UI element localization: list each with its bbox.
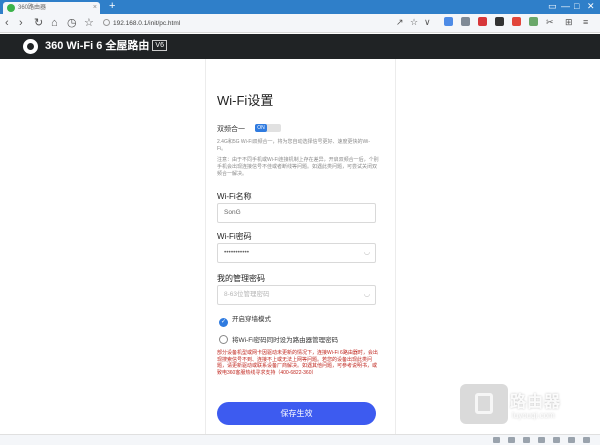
wifi-password-value: ••••••••••• <box>224 249 250 256</box>
dual-band-description: 2.4G和5G Wi-Fi双频合一，将为您自动选择信号更好、速度更快的Wi-Fi… <box>217 139 371 152</box>
eye-icon[interactable]: ◡ <box>364 244 370 262</box>
menu-icon[interactable]: ≡ <box>583 17 588 28</box>
browser-tab-strip: 360路由器 × + ▭ — □ ✕ <box>0 0 600 14</box>
site-info-icon[interactable] <box>103 19 110 26</box>
window-menu-icon[interactable]: ▭ <box>548 1 557 12</box>
watermark-logo-icon <box>460 384 508 424</box>
share-icon[interactable]: ↗ <box>396 17 404 28</box>
checkbox-checked-icon[interactable]: ✓ <box>219 318 228 327</box>
bookmark-star-icon[interactable]: ☆ <box>84 16 94 30</box>
block-icon[interactable] <box>478 17 487 26</box>
maximize-icon[interactable]: □ <box>574 1 579 12</box>
admin-password-input[interactable]: 8-63位管理密码 ◡ <box>217 285 376 305</box>
brand-logo-icon <box>23 39 38 54</box>
address-bar[interactable]: 192.168.0.1/init/pc.html <box>103 17 365 30</box>
favicon-icon <box>7 4 15 12</box>
new-tab-button[interactable]: + <box>109 0 115 13</box>
dual-band-label: 双频合一 <box>217 126 245 133</box>
wifi-name-label: Wi-Fi名称 <box>217 192 252 201</box>
version-badge: V6 <box>152 40 167 51</box>
mute-icon[interactable] <box>538 437 545 443</box>
dual-band-toggle[interactable]: ON <box>255 124 281 132</box>
driver-warning: 部分设备机型或网卡因驱动未更新的情况下，连接Wi-Fi 6路由器时，会出现搜索信… <box>217 350 378 376</box>
wifi-name-input[interactable]: SonG <box>217 203 376 223</box>
history-icon[interactable]: ◷ <box>67 16 77 30</box>
wall-mode-option[interactable]: ✓ 开启穿墙模式 <box>219 315 271 327</box>
wifi-password-label: Wi-Fi密码 <box>217 232 252 241</box>
same-password-label: 将Wi-Fi密码同时设为路由器管理密码 <box>232 337 339 344</box>
forward-icon[interactable]: › <box>19 16 23 30</box>
download-icon[interactable] <box>493 437 500 443</box>
browser-toolbar: ‹ › ↻ ⌂ ◷ ☆ 192.168.0.1/init/pc.html ↗ ☆… <box>0 14 600 33</box>
tools-icon[interactable] <box>529 17 538 26</box>
extension-icon[interactable] <box>444 17 453 26</box>
settings-icon[interactable] <box>568 437 575 443</box>
browser-status-bar <box>0 434 600 445</box>
close-window-icon[interactable]: ✕ <box>587 1 595 12</box>
watermark-domain: luyouqi.com <box>512 411 555 420</box>
wall-mode-label: 开启穿墙模式 <box>232 316 271 323</box>
checkbox-unchecked-icon[interactable] <box>219 335 228 344</box>
address-text: 192.168.0.1/init/pc.html <box>113 20 181 27</box>
translate-icon[interactable] <box>508 437 515 443</box>
toggle-state: ON <box>255 124 267 132</box>
brand-title: 360 Wi-Fi 6 全屋路由 V6 <box>45 39 167 54</box>
watermark-title: 路由器 <box>510 394 562 411</box>
router-header: 360 Wi-Fi 6 全屋路由 V6 <box>0 34 600 59</box>
tab-close-icon[interactable]: × <box>93 2 97 14</box>
home-icon[interactable]: ⌂ <box>51 16 58 30</box>
same-password-option[interactable]: 将Wi-Fi密码同时设为路由器管理密码 <box>219 335 338 345</box>
minimize-icon[interactable]: — <box>561 1 570 12</box>
wifi-name-value: SonG <box>224 209 241 216</box>
dropdown-icon[interactable]: ∨ <box>424 17 431 28</box>
mail-icon[interactable] <box>512 17 521 26</box>
wifi-password-input[interactable]: ••••••••••• ◡ <box>217 243 376 263</box>
back-icon[interactable]: ‹ <box>5 16 9 30</box>
scissors-icon[interactable]: ✂ <box>546 17 554 28</box>
admin-password-placeholder: 8-63位管理密码 <box>224 291 270 298</box>
favorite-icon[interactable]: ☆ <box>410 17 418 28</box>
dual-band-note: 注意：由于不同手机或Wi-Fi连接机制上存在差异，开启双频合一后，个别手机会出现… <box>217 157 379 177</box>
tab-title: 360路由器 <box>18 5 47 11</box>
screenshot-icon[interactable] <box>523 437 530 443</box>
sidebar-icon[interactable] <box>583 437 590 443</box>
admin-password-label: 我的管理密码 <box>217 274 265 283</box>
store-icon[interactable] <box>495 17 504 26</box>
reload-icon[interactable]: ↻ <box>34 16 43 30</box>
zoom-icon[interactable] <box>553 437 560 443</box>
eye-icon[interactable]: ◡ <box>364 286 370 304</box>
page-title: Wi-Fi设置 <box>217 93 274 108</box>
save-button[interactable]: 保存生效 <box>217 402 376 425</box>
extensions-menu-icon[interactable]: ⊞ <box>565 17 573 28</box>
browser-tab[interactable]: 360路由器 × <box>3 2 100 14</box>
reader-icon[interactable] <box>461 17 470 26</box>
